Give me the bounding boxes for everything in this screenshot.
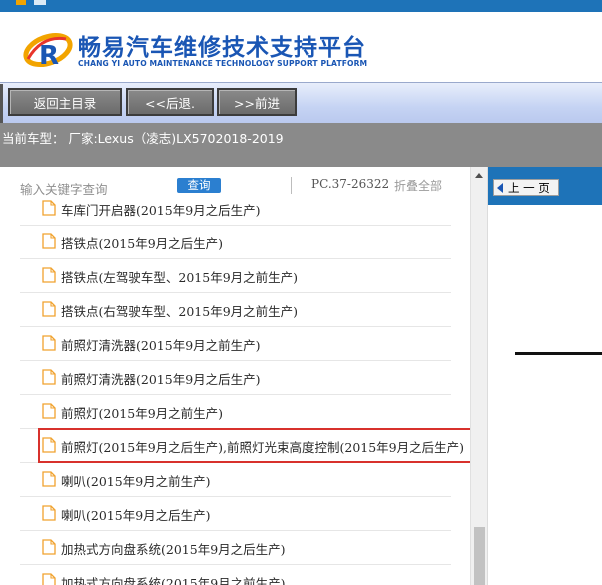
prev-page-label: 上 一 页 — [508, 180, 550, 195]
top-strip-marks — [16, 0, 56, 6]
scrollbar-thumb[interactable] — [474, 527, 485, 585]
brand-logo-icon: R — [23, 32, 73, 71]
brand-title: 畅易汽车维修技术支持平台 — [78, 35, 366, 61]
viewer-toolbar: 上 一 页 — [488, 167, 602, 205]
list-item[interactable]: 搭铁点(右驾驶车型、2015年9月之前生产) — [20, 293, 451, 327]
list-item-label: 喇叭(2015年9月之前生产) — [61, 474, 211, 489]
document-icon — [42, 539, 56, 555]
list-item-label: 车库门开启器(2015年9月之后生产) — [61, 203, 261, 218]
document-icon — [42, 301, 56, 317]
document-icon — [42, 437, 56, 453]
strip-mark — [16, 0, 26, 5]
list-item[interactable]: 前照灯(2015年9月之前生产) — [20, 395, 451, 429]
forward-button[interactable]: >>前进 — [217, 88, 297, 116]
brand-subtitle: CHANG YI AUTO MAINTENANCE TECHNOLOGY SUP… — [78, 59, 368, 68]
current-car-bar: 当前车型： 厂家:Lexus（凌志)LX5702018-2019 — [0, 123, 602, 167]
list-item-label: 前照灯(2015年9月之后生产),前照灯光束高度控制(2015年9月之后生产) — [61, 440, 465, 455]
document-icon — [42, 403, 56, 419]
diagram-line — [515, 352, 602, 355]
list-item-label: 前照灯(2015年9月之前生产) — [61, 406, 224, 421]
document-code: PC.37-26322 — [311, 177, 390, 191]
scroll-up-arrow-icon[interactable] — [475, 173, 483, 178]
list-item-label: 前照灯清洗器(2015年9月之前生产) — [61, 338, 261, 353]
left-arrow-icon — [497, 182, 503, 193]
list-scrollbar[interactable] — [470, 167, 488, 585]
document-icon — [42, 267, 56, 283]
catalog-panel: 输入关键字查询 查询 PC.37-26322 折叠全部 车库门开启器(2015年… — [0, 167, 470, 585]
query-button[interactable]: 查询 — [177, 178, 221, 193]
document-viewer: 上 一 页 — [487, 167, 602, 585]
nav-divider — [0, 84, 3, 124]
list-item-selected[interactable]: 前照灯(2015年9月之后生产),前照灯光束高度控制(2015年9月之后生产) — [20, 429, 464, 463]
list-item-label: 搭铁点(右驾驶车型、2015年9月之前生产) — [61, 304, 299, 319]
document-icon — [42, 335, 56, 351]
list-item[interactable]: 前照灯清洗器(2015年9月之前生产) — [20, 327, 451, 361]
strip-mark — [34, 0, 46, 5]
list-item[interactable]: 前照灯清洗器(2015年9月之后生产) — [20, 361, 451, 395]
document-icon — [42, 471, 56, 487]
document-icon — [42, 233, 56, 249]
home-button[interactable]: 返回主目录 — [8, 88, 122, 116]
list-item-label: 喇叭(2015年9月之后生产) — [61, 508, 211, 523]
nav-bar: 返回主目录 <<后退. >>前进 — [0, 82, 602, 124]
back-button[interactable]: <<后退. — [126, 88, 214, 116]
list-item[interactable]: 加热式方向盘系统(2015年9月之前生产) — [20, 565, 451, 585]
list-item-label: 搭铁点(左驾驶车型、2015年9月之前生产) — [61, 270, 299, 285]
list-item[interactable]: 搭铁点(左驾驶车型、2015年9月之前生产) — [20, 259, 451, 293]
list-item-label: 加热式方向盘系统(2015年9月之前生产) — [61, 576, 286, 585]
list-item-label: 前照灯清洗器(2015年9月之后生产) — [61, 372, 261, 387]
list-item[interactable]: 喇叭(2015年9月之后生产) — [20, 497, 451, 531]
list-item[interactable]: 搭铁点(2015年9月之后生产) — [20, 225, 451, 259]
list-item[interactable]: 加热式方向盘系统(2015年9月之后生产) — [20, 531, 451, 565]
list-item-label: 搭铁点(2015年9月之后生产) — [61, 236, 224, 251]
list-item-label: 加热式方向盘系统(2015年9月之后生产) — [61, 542, 286, 557]
top-strip — [0, 0, 602, 12]
site-header: R 畅易汽车维修技术支持平台 CHANG YI AUTO MAINTENANCE… — [0, 12, 602, 82]
document-icon — [42, 505, 56, 521]
list-item[interactable]: 车库门开启器(2015年9月之后生产) — [20, 192, 451, 226]
document-icon — [42, 369, 56, 385]
logo-letter: R — [39, 41, 59, 71]
prev-page-button[interactable]: 上 一 页 — [493, 179, 559, 196]
document-icon — [42, 200, 56, 216]
current-car-text: 当前车型： 厂家:Lexus（凌志)LX5702018-2019 — [2, 131, 284, 146]
document-icon — [42, 573, 56, 585]
list-item[interactable]: 喇叭(2015年9月之前生产) — [20, 463, 451, 497]
